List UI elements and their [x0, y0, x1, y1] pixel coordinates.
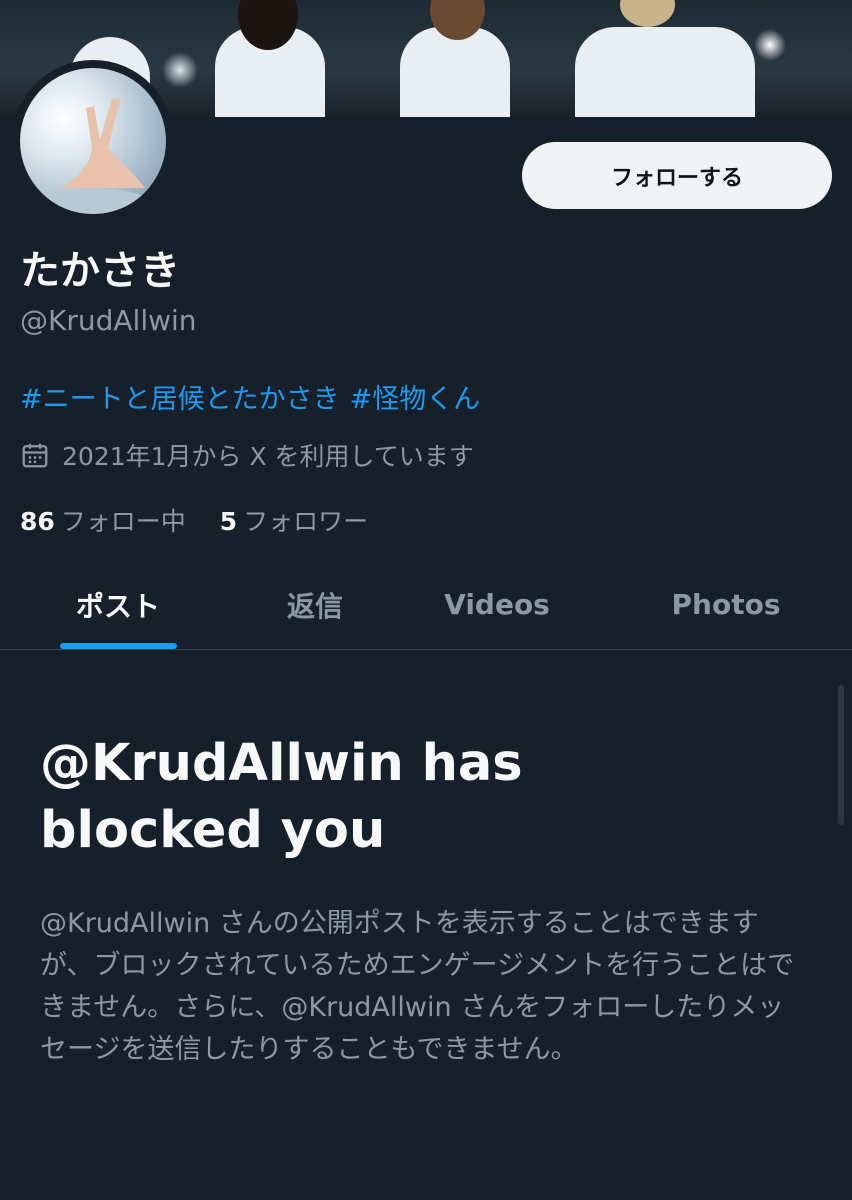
following-count: 86	[20, 507, 55, 536]
display-name: たかさき	[20, 248, 180, 294]
banner-figure	[400, 27, 510, 117]
followers-count: 5	[219, 507, 238, 536]
profile-bio: #ニートと居候とたかさき #怪物くん	[20, 377, 490, 416]
active-tab-indicator	[60, 643, 177, 649]
tab-photos[interactable]: Photos	[600, 560, 852, 649]
banner-figure	[575, 27, 755, 117]
tab-replies[interactable]: 返信	[236, 560, 394, 649]
blocked-description: @KrudAllwin さんの公開ポストを表示することはできますが、ブロックされ…	[40, 908, 795, 1065]
avatar-hand-graphic	[20, 98, 166, 214]
user-handle: @KrudAllwin	[20, 304, 197, 337]
followers-link[interactable]: 5 フォロワー	[220, 507, 368, 536]
bio-hashtag[interactable]: #ニートと居候とたかさき	[20, 384, 340, 415]
followers-label: フォロワー	[243, 507, 369, 536]
scrollbar[interactable]	[838, 685, 844, 825]
avatar-image	[20, 68, 166, 214]
following-link[interactable]: 86 フォロー中	[20, 507, 186, 536]
profile-tabs: ポスト 返信 Videos Photos	[0, 560, 852, 650]
joined-date: 2021年1月から X を利用しています	[20, 437, 474, 473]
tab-videos[interactable]: Videos	[394, 560, 600, 649]
bio-hashtag[interactable]: #怪物くん	[350, 384, 481, 415]
following-label: フォロー中	[60, 507, 186, 536]
avatar[interactable]	[12, 60, 174, 222]
banner-figure-hair	[620, 0, 675, 27]
blocked-title: @KrudAllwin has blocked you	[40, 734, 523, 860]
follow-stats: 86 フォロー中 5 フォロワー	[20, 502, 394, 538]
follow-button[interactable]: フォローする	[522, 142, 832, 209]
tab-posts[interactable]: ポスト	[0, 560, 236, 649]
joined-text: 2021年1月から X を利用しています	[62, 442, 474, 471]
calendar-icon	[22, 443, 48, 468]
